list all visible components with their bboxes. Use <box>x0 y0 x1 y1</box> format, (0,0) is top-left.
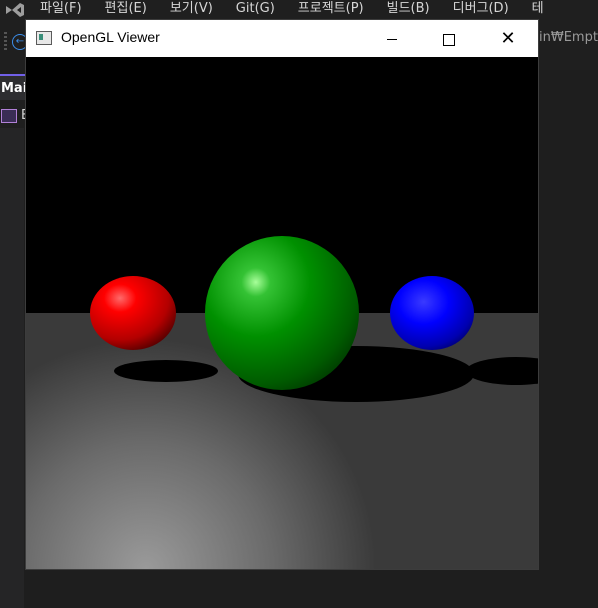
editor-background <box>538 70 598 608</box>
opengl-viewer-window[interactable]: OpenGL Viewer ✕ <box>26 20 538 569</box>
window-title-bar[interactable]: OpenGL Viewer ✕ <box>26 20 538 57</box>
maximize-button[interactable] <box>426 20 472 57</box>
project-icon <box>1 108 17 123</box>
menu-git[interactable]: Git(G) <box>236 0 275 19</box>
document-tab-main[interactable]: Mai <box>0 74 26 100</box>
close-icon: ✕ <box>500 28 516 49</box>
menu-test[interactable]: 테 <box>532 0 544 19</box>
blue-sphere <box>390 276 474 350</box>
app-window-icon <box>36 31 52 45</box>
minimize-button[interactable] <box>369 20 415 57</box>
render-viewport[interactable] <box>26 57 538 569</box>
menu-view[interactable]: 보기(V) <box>170 0 213 19</box>
red-sphere-shadow <box>114 360 218 382</box>
green-sphere <box>205 236 359 390</box>
rendered-scene <box>26 57 538 569</box>
maximize-icon <box>443 33 455 46</box>
window-title: OpenGL Viewer <box>61 29 160 45</box>
solution-path-text: in₩Empty <box>539 30 598 45</box>
red-sphere <box>90 276 176 350</box>
ide-menu-bar: 파일(F) 편집(E) 보기(V) Git(G) 프로젝트(P) 빌드(B) 디… <box>0 0 598 20</box>
close-button[interactable]: ✕ <box>485 20 531 57</box>
editor-background-bottom <box>24 569 598 608</box>
toolbar-grip[interactable] <box>4 32 7 52</box>
visual-studio-logo-icon <box>6 3 24 17</box>
editor-left-margin <box>0 128 24 608</box>
menu-project[interactable]: 프로젝트(P) <box>298 0 364 19</box>
menu-edit[interactable]: 편집(E) <box>105 0 147 19</box>
menu-build[interactable]: 빌드(B) <box>387 0 430 19</box>
menu-debug[interactable]: 디버그(D) <box>453 0 509 19</box>
minimize-icon <box>387 39 397 40</box>
navigation-bar[interactable]: E <box>0 104 26 128</box>
menu-file[interactable]: 파일(F) <box>40 0 82 19</box>
